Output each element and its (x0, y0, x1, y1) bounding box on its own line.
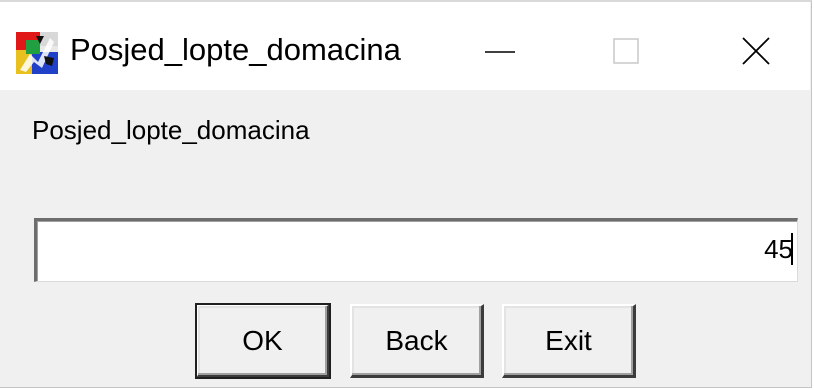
close-icon (742, 37, 770, 65)
app-logo-icon (16, 32, 58, 74)
maximize-icon (613, 38, 639, 64)
maximize-button (580, 16, 672, 86)
back-button[interactable]: Back (350, 304, 484, 378)
minimize-button[interactable] (454, 16, 546, 86)
value-input[interactable]: 45 (34, 218, 798, 282)
dialog-window: Posjed_lopte_domacina Posjed_lopte_domac… (0, 0, 812, 388)
title-bar[interactable]: Posjed_lopte_domacina (0, 2, 810, 90)
minimize-icon (485, 51, 515, 53)
close-button[interactable] (710, 16, 802, 86)
window-title: Posjed_lopte_domacina (70, 32, 401, 67)
text-caret (791, 233, 793, 265)
input-value: 45 (764, 234, 793, 264)
prompt-label: Posjed_lopte_domacina (32, 115, 310, 145)
ok-button[interactable]: OK (195, 303, 331, 379)
exit-button[interactable]: Exit (502, 304, 636, 378)
